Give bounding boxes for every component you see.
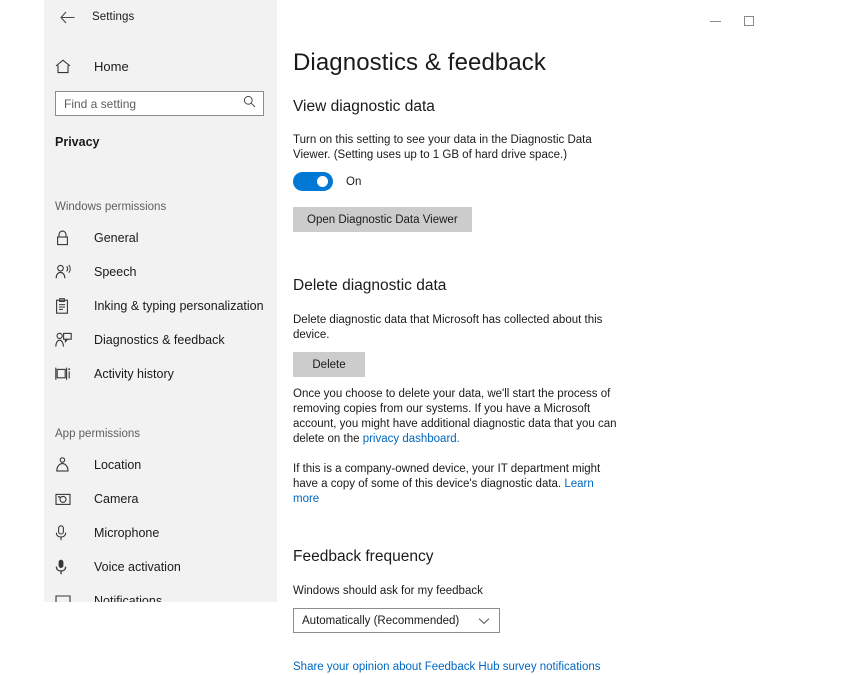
feedback-frequency-label: Windows should ask for my feedback <box>293 585 483 597</box>
activity-history-icon <box>55 366 77 382</box>
search-input[interactable] <box>56 92 263 115</box>
toggle-state-label: On <box>346 175 362 188</box>
sidebar-item-diagnostics-feedback-label: Diagnostics & feedback <box>94 333 225 347</box>
sidebar-item-camera[interactable]: Camera <box>44 485 277 513</box>
sidebar-category-title: Privacy <box>55 135 100 149</box>
maximize-button[interactable] <box>742 14 756 28</box>
camera-icon <box>55 492 77 506</box>
sidebar-item-speech[interactable]: Speech <box>44 258 277 286</box>
clipboard-icon <box>55 298 77 314</box>
sidebar: Settings Home Privacy Windows permission… <box>44 0 277 602</box>
page-title: Diagnostics & feedback <box>293 49 547 76</box>
sidebar-item-inking-typing-label: Inking & typing personalization <box>94 299 264 313</box>
nav-group-header-app-permissions: App permissions <box>55 428 141 440</box>
sidebar-item-activity-history-label: Activity history <box>94 367 174 381</box>
main-content: Diagnostics & feedback View diagnostic d… <box>293 0 693 675</box>
microphone-icon <box>55 525 77 541</box>
company-device-note: If this is a company-owned device, your … <box>293 462 618 507</box>
sidebar-item-microphone-label: Microphone <box>94 526 160 540</box>
sidebar-item-home[interactable]: Home <box>44 51 277 81</box>
section-heading-delete-diagnostic-data: Delete diagnostic data <box>293 277 447 294</box>
minimize-icon <box>709 20 721 22</box>
sidebar-item-location[interactable]: Location <box>44 451 277 479</box>
feedback-frequency-selected-value: Automatically (Recommended) <box>302 614 460 627</box>
section-heading-feedback-frequency: Feedback frequency <box>293 548 434 565</box>
share-opinion-link[interactable]: Share your opinion about Feedback Hub su… <box>293 661 601 673</box>
privacy-dashboard-link[interactable]: privacy dashboard. <box>363 433 460 445</box>
sidebar-item-home-label: Home <box>94 58 129 74</box>
delete-button[interactable]: Delete <box>293 352 365 377</box>
sidebar-item-camera-label: Camera <box>94 492 139 506</box>
nav-group-header-windows-permissions: Windows permissions <box>55 201 167 213</box>
voice-activation-icon <box>55 559 77 575</box>
back-button[interactable] <box>52 3 82 31</box>
delete-diagnostic-description: Delete diagnostic data that Microsoft ha… <box>293 314 603 341</box>
sidebar-item-inking-typing[interactable]: Inking & typing personalization <box>44 292 277 320</box>
lock-icon <box>55 230 77 246</box>
search-box[interactable] <box>55 91 264 116</box>
sidebar-item-general[interactable]: General <box>44 224 277 252</box>
sidebar-titlebar: Settings <box>44 0 277 34</box>
section-heading-view-diagnostic-data: View diagnostic data <box>293 98 435 115</box>
sidebar-item-activity-history[interactable]: Activity history <box>44 360 277 388</box>
view-diagnostic-data-toggle[interactable] <box>293 172 333 191</box>
sidebar-item-voice-activation-label: Voice activation <box>94 560 181 574</box>
delete-diagnostic-note: Once you choose to delete your data, we'… <box>293 387 629 447</box>
toggle-knob <box>317 176 328 187</box>
back-arrow-icon <box>59 11 74 23</box>
notification-icon <box>55 594 77 602</box>
maximize-icon <box>744 16 754 26</box>
speech-person-icon <box>55 264 77 280</box>
window-controls <box>708 14 756 28</box>
feedback-frequency-dropdown[interactable]: Automatically (Recommended) <box>293 608 500 633</box>
sidebar-item-general-label: General <box>94 231 139 245</box>
sidebar-item-location-label: Location <box>94 458 142 472</box>
sidebar-item-notifications-label: Notifications <box>94 594 163 602</box>
nav-list-app-permissions: Location Camera Microphone Voice activat… <box>44 451 277 602</box>
diagnostic-toggle-row: On <box>293 172 693 191</box>
feedback-person-icon <box>55 332 77 348</box>
company-note-text: If this is a company-owned device, your … <box>293 463 601 490</box>
minimize-button[interactable] <box>708 14 722 28</box>
sidebar-item-notifications[interactable]: Notifications <box>44 587 277 602</box>
location-pin-icon <box>55 457 77 473</box>
sidebar-item-speech-label: Speech <box>94 265 137 279</box>
sidebar-item-microphone[interactable]: Microphone <box>44 519 277 547</box>
open-diagnostic-data-viewer-button[interactable]: Open Diagnostic Data Viewer <box>293 207 472 232</box>
settings-title: Settings <box>92 11 135 23</box>
home-icon <box>55 58 77 74</box>
sidebar-item-voice-activation[interactable]: Voice activation <box>44 553 277 581</box>
nav-list-windows-permissions: General Speech Inking & typing personali… <box>44 224 277 388</box>
view-diagnostic-description: Turn on this setting to see your data in… <box>293 134 592 161</box>
chevron-down-icon <box>478 612 490 630</box>
sidebar-item-diagnostics-feedback[interactable]: Diagnostics & feedback <box>44 326 277 354</box>
